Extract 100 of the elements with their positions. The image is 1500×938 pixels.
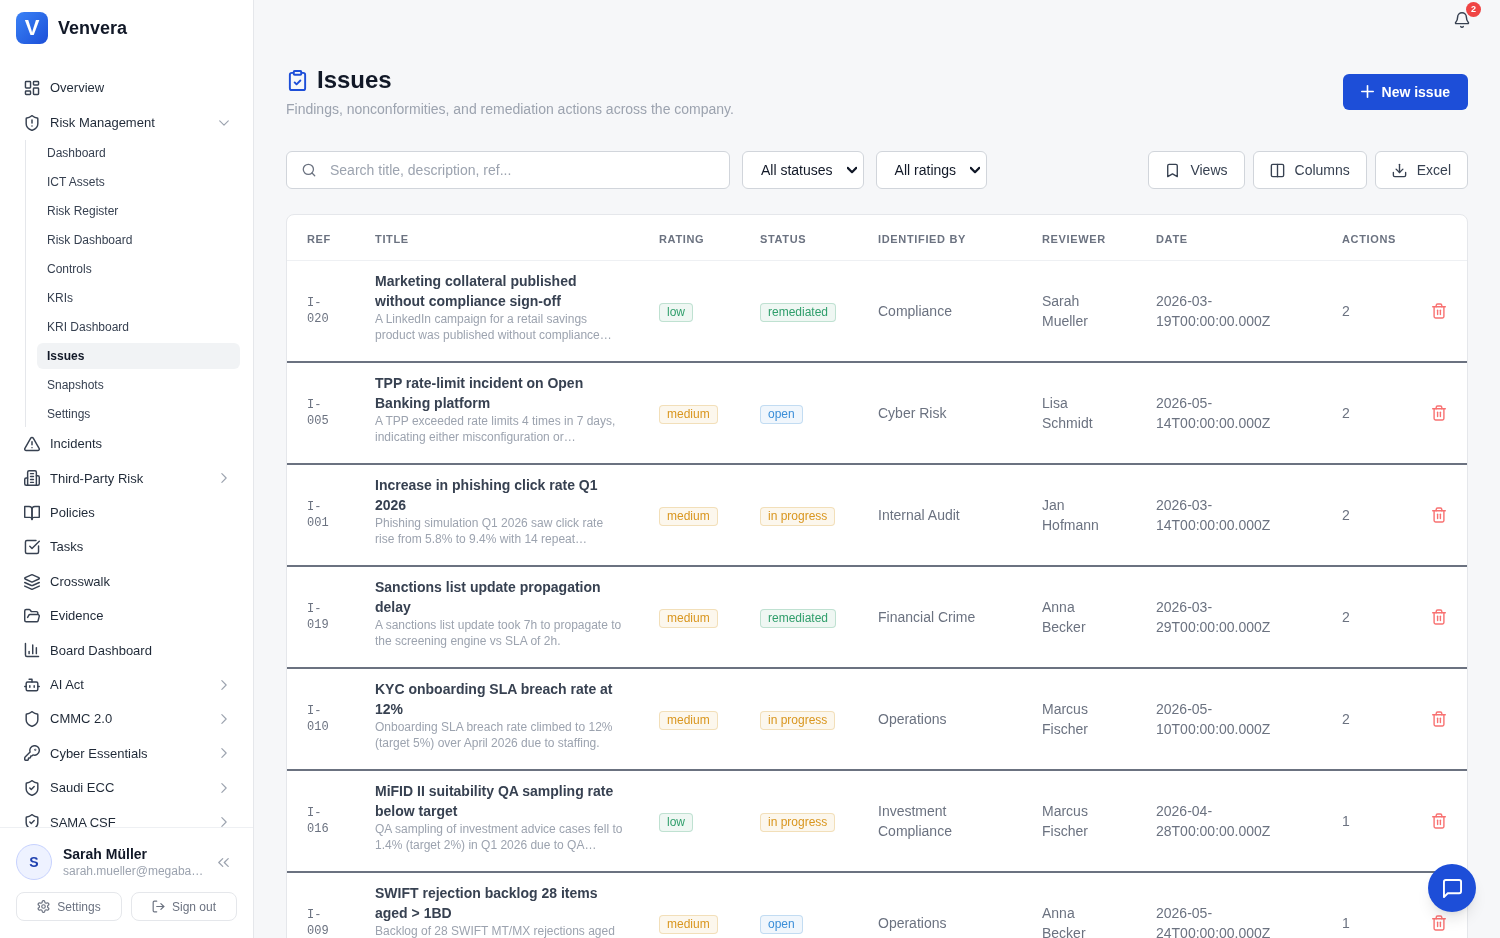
shield-alert-icon <box>24 114 40 131</box>
sidebar-subitem[interactable]: KRIs <box>37 284 240 311</box>
reviewer-name: Marcus Fischer <box>1042 700 1089 739</box>
sidebar-subitem[interactable]: ICT Assets <box>37 168 240 195</box>
issue-date: 2026-05-14T00:00:00.000Z <box>1156 394 1272 433</box>
chevron-down-icon <box>970 165 981 175</box>
filter-select[interactable]: All statuses <box>742 151 864 189</box>
status-badge: open <box>760 404 803 424</box>
column-header: ACTIONS <box>1342 232 1397 245</box>
issue-description: Phishing simulation Q1 2026 saw click rate rise from 5.8% to 9.4% with 14 repeat… <box>375 515 605 547</box>
action-count: 1 <box>1342 914 1350 933</box>
sidebar-item[interactable]: Cyber Essentials <box>16 736 240 771</box>
page-title: Issues <box>317 65 392 95</box>
sidebar-subitem[interactable]: Settings <box>37 400 240 427</box>
issue-title[interactable]: Sanctions list update propagation delay <box>375 577 625 617</box>
column-header: TITLE <box>375 232 409 245</box>
trash-icon[interactable] <box>1432 609 1446 625</box>
issue-description: QA sampling of investment advice cases fell to 1.4% (target 2%) in Q1 2026 due to QA… <box>375 821 624 853</box>
issue-ref: I-005 <box>307 397 330 429</box>
trash-icon[interactable] <box>1432 507 1446 523</box>
sidebar-item[interactable]: Evidence <box>16 598 240 634</box>
sidebar-item[interactable]: Risk Management <box>16 105 240 140</box>
status-badge: in progress <box>760 812 836 832</box>
sidebar-subitem[interactable]: Issues <box>37 342 240 369</box>
new-issue-button[interactable]: New issue <box>1342 73 1468 110</box>
sidebar-item[interactable]: Overview <box>16 71 240 106</box>
sidebar-subitem[interactable]: Risk Register <box>37 197 240 224</box>
notification-bell-icon[interactable] <box>1454 12 1470 28</box>
sign-out-button[interactable]: Sign out <box>131 892 237 921</box>
issue-title[interactable]: Marketing collateral published without compliance sign-off <box>375 271 625 311</box>
shield-check-icon <box>24 814 40 827</box>
sidebar-item[interactable]: Policies <box>16 495 240 530</box>
clipboard-check-icon <box>288 69 307 91</box>
sidebar-item[interactable]: AI Act <box>16 667 240 702</box>
user-email: sarah.mueller@megaba… <box>63 863 204 879</box>
action-count: 1 <box>1342 812 1350 831</box>
sidebar-subitem[interactable]: Risk Dashboard <box>37 226 240 253</box>
reviewer-name: Anna Becker <box>1042 904 1087 938</box>
status-badge: open <box>760 914 803 934</box>
issue-ref: I-019 <box>307 601 330 633</box>
key-icon <box>24 745 40 762</box>
rating-badge: medium <box>659 404 718 424</box>
sidebar-item[interactable]: Tasks <box>16 529 240 565</box>
shield-check-icon <box>24 779 40 796</box>
sidebar-subitem[interactable]: Snapshots <box>37 371 240 398</box>
identified-by-text: Operations <box>878 710 948 729</box>
issue-description: Onboarding SLA breach rate climbed to 12% (target 5%) over April 2026 due to staffing. <box>375 719 614 751</box>
sidebar-item[interactable]: CMMC 2.0 <box>16 701 240 737</box>
chevron-down-icon <box>846 165 857 175</box>
sidebar-subitem[interactable]: Dashboard <box>37 139 240 166</box>
reviewer-name: Marcus Fischer <box>1042 802 1089 841</box>
sidebar-item[interactable]: Third-Party Risk <box>16 461 240 496</box>
user-name: Sarah Müller <box>63 845 149 863</box>
rating-badge: low <box>659 302 693 322</box>
download-icon <box>1391 162 1407 178</box>
sidebar-item[interactable]: Crosswalk <box>16 564 240 599</box>
column-header: REF <box>307 232 331 245</box>
sidebar-item[interactable]: Saudi ECC <box>16 770 240 806</box>
issue-title[interactable]: TPP rate-limit incident on Open Banking platform <box>375 373 625 413</box>
issue-date: 2026-05-24T00:00:00.000Z <box>1156 904 1272 938</box>
issue-description: A TPP exceeded rate limits 4 times in 7 days, indicating either misconfiguration or… <box>375 413 617 445</box>
columns-button[interactable]: Columns <box>1252 151 1367 189</box>
building-icon <box>24 470 40 487</box>
views-button[interactable]: Views <box>1148 151 1245 189</box>
issue-date: 2026-03-19T00:00:00.000Z <box>1156 292 1272 331</box>
columns-icon <box>1269 162 1285 178</box>
sidebar-item[interactable]: SAMA CSF <box>16 805 240 827</box>
trash-icon[interactable] <box>1432 915 1446 931</box>
rating-badge: medium <box>659 608 718 628</box>
issue-description: A LinkedIn campaign for a retail savings product was published without compliance… <box>375 311 613 343</box>
trash-icon[interactable] <box>1432 405 1446 421</box>
sidebar-subitem[interactable]: KRI Dashboard <box>37 313 240 340</box>
rating-badge: medium <box>659 506 718 526</box>
collapse-icon[interactable] <box>218 856 229 868</box>
issue-ref: I-001 <box>307 499 330 531</box>
excel-export-button[interactable]: Excel <box>1374 151 1468 189</box>
checkbox-icon <box>24 539 40 556</box>
settings-button[interactable]: Settings <box>16 892 122 921</box>
notification-badge: 2 <box>1466 2 1481 17</box>
identified-by-text: Cyber Risk <box>878 404 948 423</box>
action-count: 2 <box>1342 404 1350 423</box>
sidebar-item[interactable]: Incidents <box>16 426 240 462</box>
issue-title[interactable]: KYC onboarding SLA breach rate at 12% <box>375 679 625 719</box>
action-count: 2 <box>1342 506 1350 525</box>
issue-title[interactable]: MiFID II suitability QA sampling rate below target <box>375 781 625 821</box>
sidebar-subitem[interactable]: Controls <box>37 255 240 282</box>
issue-title[interactable]: Increase in phishing click rate Q1 2026 <box>375 475 625 515</box>
warning-icon <box>24 435 40 452</box>
sidebar-item[interactable]: Board Dashboard <box>16 633 240 668</box>
search-field[interactable]: Search title, description, ref... <box>286 151 730 189</box>
trash-icon[interactable] <box>1432 303 1446 319</box>
issue-date: 2026-05-10T00:00:00.000Z <box>1156 700 1272 739</box>
issue-title[interactable]: SWIFT rejection backlog 28 items aged > 1BD <box>375 883 625 923</box>
status-badge: in progress <box>760 506 836 526</box>
filter-select[interactable]: All ratings <box>875 151 988 189</box>
trash-icon[interactable] <box>1432 711 1446 727</box>
action-count: 2 <box>1342 710 1350 729</box>
trash-icon[interactable] <box>1432 813 1446 829</box>
issue-ref: I-016 <box>307 805 330 837</box>
chat-icon <box>1442 878 1462 898</box>
